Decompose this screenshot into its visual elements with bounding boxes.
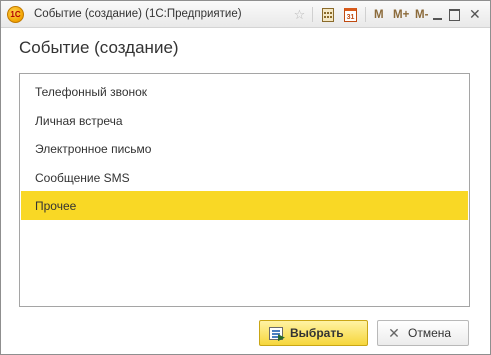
memory-minus-button[interactable]: M- [415, 6, 428, 23]
close-button[interactable]: ✕ [469, 6, 481, 23]
form-title: Событие (создание) [19, 38, 179, 57]
window-title: Событие (создание) (1С:Предприятие) [34, 8, 242, 20]
calendar-day: 31 [344, 7, 357, 22]
calculator-icon[interactable] [320, 6, 335, 23]
app-logo-text: 1С [10, 10, 21, 19]
dialog-window: 1С Событие (создание) (1С:Предприятие) ☆… [0, 0, 491, 355]
title-bar[interactable]: 1С Событие (создание) (1С:Предприятие) ☆… [1, 1, 490, 28]
memory-button[interactable]: M [374, 6, 384, 23]
toolbar-divider [365, 7, 366, 22]
select-button[interactable]: ▶ Выбрать [259, 320, 368, 346]
cancel-button-label: Отмена [408, 326, 452, 340]
maximize-button[interactable] [449, 6, 460, 23]
select-icon: ▶ [268, 325, 285, 342]
list-item[interactable]: Личная встреча [21, 106, 468, 135]
app-logo-icon[interactable]: 1С [7, 6, 24, 23]
cancel-button[interactable]: ✕ Отмена [377, 320, 469, 346]
list-item[interactable]: Телефонный звонок [21, 77, 468, 106]
list-item[interactable]: Сообщение SMS [21, 163, 468, 192]
list-item-selected[interactable]: Прочее [21, 191, 468, 220]
close-icon: ✕ [388, 325, 400, 341]
calendar-icon[interactable]: 31 [343, 6, 358, 23]
select-button-label: Выбрать [290, 326, 344, 340]
list-item[interactable]: Электронное письмо [21, 134, 468, 163]
event-type-list[interactable]: Телефонный звонок Личная встреча Электро… [19, 73, 470, 307]
toolbar-divider [312, 7, 313, 22]
favorite-star-icon[interactable]: ☆ [291, 6, 308, 23]
memory-plus-button[interactable]: M+ [393, 6, 409, 23]
minimize-button[interactable] [433, 6, 444, 23]
